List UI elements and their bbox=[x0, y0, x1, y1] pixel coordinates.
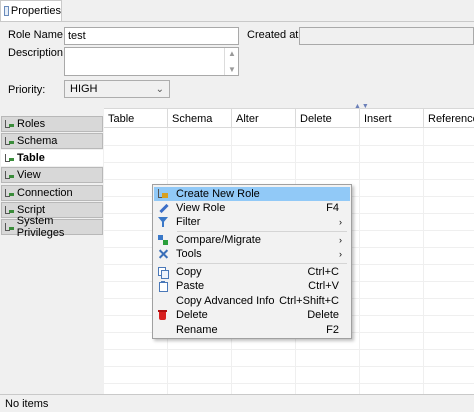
table-icon bbox=[5, 153, 15, 163]
grid-row-line bbox=[104, 383, 474, 384]
column-header-schema[interactable]: Schema bbox=[168, 109, 232, 128]
scroll-up-icon[interactable]: ▲ bbox=[228, 49, 236, 58]
column-header-alter[interactable]: Alter bbox=[232, 109, 296, 128]
menu-item-view-role[interactable]: View Role F4 bbox=[154, 201, 350, 215]
menu-item-shortcut: F4 bbox=[326, 202, 339, 214]
pencil-icon bbox=[158, 203, 168, 213]
column-header-insert[interactable]: Insert bbox=[360, 109, 424, 128]
menu-item-rename[interactable]: Rename F2 bbox=[154, 323, 350, 337]
tools-icon bbox=[158, 249, 168, 259]
created-at-label: Created at: bbox=[247, 29, 302, 41]
menu-item-shortcut: Ctrl+V bbox=[308, 280, 339, 292]
column-header-table[interactable]: Table bbox=[104, 109, 168, 128]
delete-icon bbox=[158, 310, 168, 320]
roles-icon bbox=[5, 119, 15, 129]
menu-item-copy-advanced-info[interactable]: Copy Advanced Info Ctrl+Shift+C bbox=[154, 294, 350, 308]
menu-separator bbox=[177, 263, 347, 264]
system-privileges-icon bbox=[5, 222, 15, 232]
menu-item-copy[interactable]: Copy Ctrl+C bbox=[154, 265, 350, 279]
menu-item-label: Copy bbox=[176, 266, 202, 278]
grid-column-line bbox=[359, 128, 360, 394]
compare-icon bbox=[158, 235, 168, 245]
blank-icon bbox=[158, 296, 168, 306]
role-add-icon bbox=[158, 189, 168, 199]
nav-item-connection[interactable]: Connection bbox=[1, 185, 103, 201]
description-scrollbar[interactable]: ▲ ▼ bbox=[224, 48, 238, 75]
context-menu: Create New Role View Role F4 Filter › Co… bbox=[152, 184, 352, 339]
nav-item-roles[interactable]: Roles bbox=[1, 116, 103, 132]
nav-item-system-privileges[interactable]: System Privileges bbox=[1, 215, 103, 239]
status-text: No items bbox=[5, 398, 49, 410]
menu-item-label: Delete bbox=[176, 309, 208, 321]
nav-item-label: View bbox=[17, 169, 41, 181]
paste-icon bbox=[158, 281, 168, 292]
submenu-arrow-icon: › bbox=[339, 235, 342, 245]
submenu-arrow-icon: › bbox=[339, 249, 342, 259]
role-name-input[interactable]: test bbox=[64, 27, 239, 45]
nav-item-label: Table bbox=[17, 152, 45, 164]
menu-item-label: Paste bbox=[176, 280, 205, 292]
status-bar: No items bbox=[0, 394, 474, 412]
nav-item-view[interactable]: View bbox=[1, 167, 103, 183]
submenu-arrow-icon: › bbox=[339, 217, 342, 227]
grid-row-line bbox=[104, 162, 474, 163]
menu-item-compare-migrate[interactable]: Compare/Migrate › bbox=[154, 233, 350, 247]
menu-item-label: Create New Role bbox=[176, 188, 260, 200]
nav-item-label: System Privileges bbox=[16, 215, 65, 239]
menu-item-shortcut: F2 bbox=[326, 324, 339, 336]
menu-item-label: Filter bbox=[176, 216, 201, 228]
role-name-label: Role Name: bbox=[8, 29, 67, 41]
menu-item-label: Tools bbox=[176, 248, 202, 260]
menu-item-label: Copy Advanced Info bbox=[176, 295, 275, 307]
connection-icon bbox=[5, 188, 15, 198]
grid-row-line bbox=[104, 366, 474, 367]
tab-properties[interactable]: Properties bbox=[0, 0, 62, 21]
nav-item-label: Schema bbox=[17, 135, 58, 147]
menu-item-label: View Role bbox=[176, 202, 226, 214]
description-label: Description: bbox=[8, 47, 67, 59]
column-header-delete[interactable]: Delete bbox=[296, 109, 360, 128]
column-header-references[interactable]: References bbox=[424, 109, 474, 128]
priority-label: Priority: bbox=[8, 84, 46, 96]
priority-select[interactable]: HIGH ⌄ bbox=[64, 80, 170, 98]
funnel-icon bbox=[158, 217, 168, 227]
nav-item-label: Roles bbox=[17, 118, 46, 130]
description-textarea[interactable]: ▲ ▼ bbox=[64, 47, 239, 76]
scroll-down-icon[interactable]: ▼ bbox=[228, 65, 236, 74]
privileges-nav: Roles Schema Table View Connection Scrip… bbox=[0, 114, 104, 394]
properties-icon bbox=[4, 6, 9, 16]
menu-item-shortcut: Ctrl+C bbox=[307, 266, 339, 278]
nav-item-label: Connection bbox=[17, 187, 73, 199]
grid-row-line bbox=[104, 145, 474, 146]
nav-item-table[interactable]: Table bbox=[1, 150, 103, 166]
grid-row-line bbox=[104, 179, 474, 180]
menu-item-shortcut: Delete bbox=[307, 309, 339, 321]
menu-item-delete[interactable]: Delete Delete bbox=[154, 308, 350, 322]
copy-icon bbox=[158, 267, 169, 279]
menu-item-create-new-role[interactable]: Create New Role bbox=[154, 187, 350, 201]
nav-item-schema[interactable]: Schema bbox=[1, 133, 103, 149]
grid-row-line bbox=[104, 349, 474, 350]
tab-properties-label: Properties bbox=[10, 5, 61, 17]
grid-column-line bbox=[423, 128, 424, 394]
menu-item-label: Rename bbox=[176, 324, 218, 336]
schema-icon bbox=[5, 136, 15, 146]
tab-strip bbox=[0, 0, 474, 22]
priority-value: HIGH bbox=[70, 83, 98, 95]
blank-icon bbox=[158, 325, 168, 335]
menu-item-filter[interactable]: Filter › bbox=[154, 215, 350, 229]
menu-item-label: Compare/Migrate bbox=[176, 234, 261, 246]
view-icon bbox=[5, 170, 15, 180]
chevron-down-icon: ⌄ bbox=[155, 83, 164, 95]
menu-item-paste[interactable]: Paste Ctrl+V bbox=[154, 279, 350, 293]
created-at-field bbox=[299, 27, 474, 45]
script-icon bbox=[5, 205, 15, 215]
menu-separator bbox=[177, 231, 347, 232]
menu-item-shortcut: Ctrl+Shift+C bbox=[279, 295, 339, 307]
menu-item-tools[interactable]: Tools › bbox=[154, 247, 350, 261]
